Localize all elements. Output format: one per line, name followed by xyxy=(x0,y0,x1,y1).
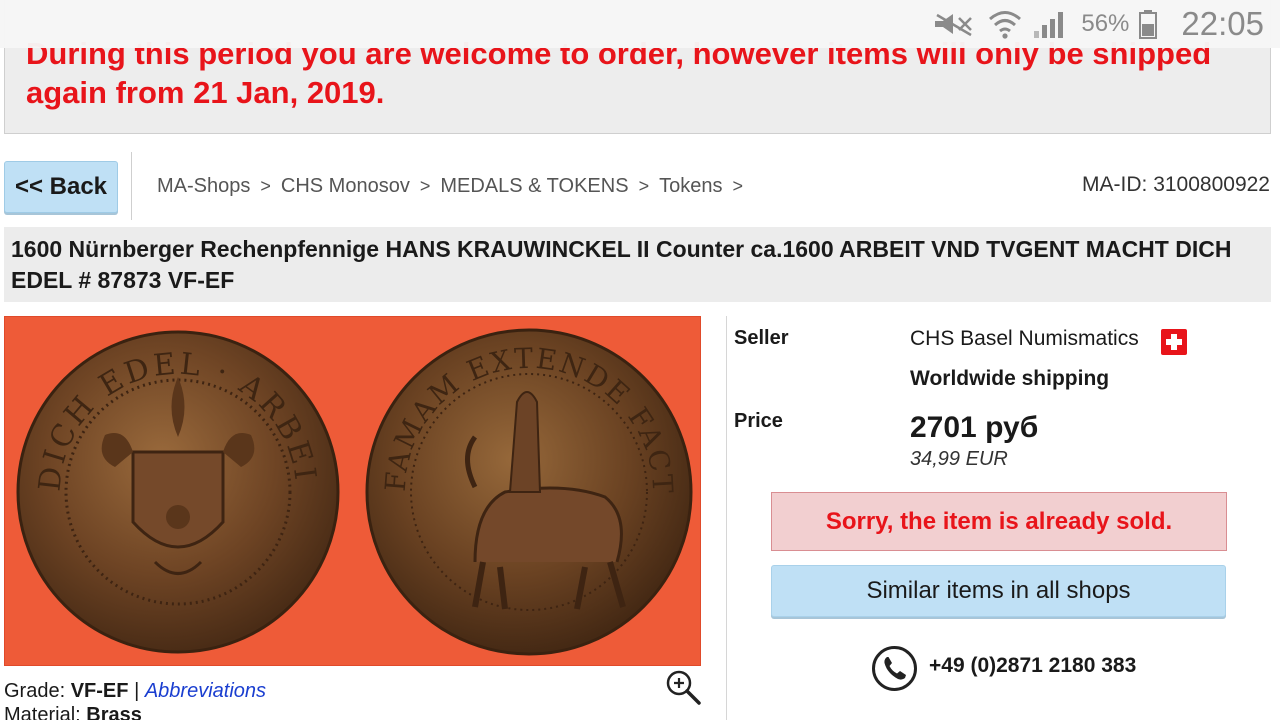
price-rub: 2701 руб xyxy=(910,411,1039,444)
battery-percent: 56% xyxy=(1081,10,1130,37)
breadcrumb-item-chs-monosov[interactable]: CHS Monosov xyxy=(281,175,410,198)
breadcrumb: MA-Shops > CHS Monosov > MEDALS & TOKENS… xyxy=(157,175,753,198)
material-line: Material: Brass xyxy=(4,704,142,720)
item-title: 1600 Nürnberger Rechenpfennige HANS KRAU… xyxy=(11,236,1232,293)
grade-label: Grade: xyxy=(4,680,66,702)
seller-name[interactable]: CHS Basel Numismatics xyxy=(910,327,1139,351)
breadcrumb-item-ma-shops[interactable]: MA-Shops xyxy=(157,175,250,198)
breadcrumb-item-tokens[interactable]: Tokens xyxy=(659,175,722,198)
abbreviations-link[interactable]: Abbreviations xyxy=(145,680,266,702)
battery-icon xyxy=(1139,10,1158,39)
swiss-flag-icon xyxy=(1161,329,1187,355)
grade-line: Grade: VF-EF | Abbreviations xyxy=(4,680,266,703)
material-value: Brass xyxy=(86,704,142,720)
coin-image: DICH EDEL · ARBEIT VND TVGENT MACHT FAMA… xyxy=(5,317,693,656)
price-eur: 34,99 EUR xyxy=(910,448,1008,470)
price-label: Price xyxy=(734,410,783,432)
material-label: Material: xyxy=(4,704,81,720)
status-icons: 56% 22:05 xyxy=(931,0,1264,48)
phone-number[interactable]: +49 (0)2871 2180 383 xyxy=(929,654,1136,678)
grade-value: VF-EF xyxy=(70,680,129,702)
sold-notice: Sorry, the item is already sold. xyxy=(771,492,1227,551)
column-divider xyxy=(726,316,727,720)
similar-items-button[interactable]: Similar items in all shops xyxy=(771,565,1226,617)
zoom-icon[interactable] xyxy=(664,668,702,706)
breadcrumb-separator: > xyxy=(260,176,271,196)
item-photo[interactable]: DICH EDEL · ARBEIT VND TVGENT MACHT FAMA… xyxy=(4,316,701,666)
clock: 22:05 xyxy=(1181,5,1264,42)
item-title-bar: 1600 Nürnberger Rechenpfennige HANS KRAU… xyxy=(4,227,1271,302)
wifi-icon xyxy=(989,11,1022,39)
shipping-info: Worldwide shipping xyxy=(910,367,1110,390)
breadcrumb-item-medals-tokens[interactable]: MEDALS & TOKENS xyxy=(440,175,628,198)
divider xyxy=(131,152,132,220)
phone-icon[interactable] xyxy=(871,645,918,692)
breadcrumb-separator: > xyxy=(638,176,650,196)
status-bar: 56% 22:05 xyxy=(0,0,1280,48)
breadcrumb-separator: > xyxy=(732,176,743,196)
seller-label: Seller xyxy=(734,327,789,349)
coin-obverse: DICH EDEL · ARBEIT VND TVGENT MACHT xyxy=(5,317,340,654)
signal-icon xyxy=(1034,12,1064,38)
back-button[interactable]: << Back xyxy=(4,161,118,213)
grade-separator: | xyxy=(134,680,140,702)
mute-icon xyxy=(935,13,973,37)
breadcrumb-separator: > xyxy=(419,176,431,196)
ma-id: MA-ID: 3100800922 xyxy=(1082,173,1270,196)
